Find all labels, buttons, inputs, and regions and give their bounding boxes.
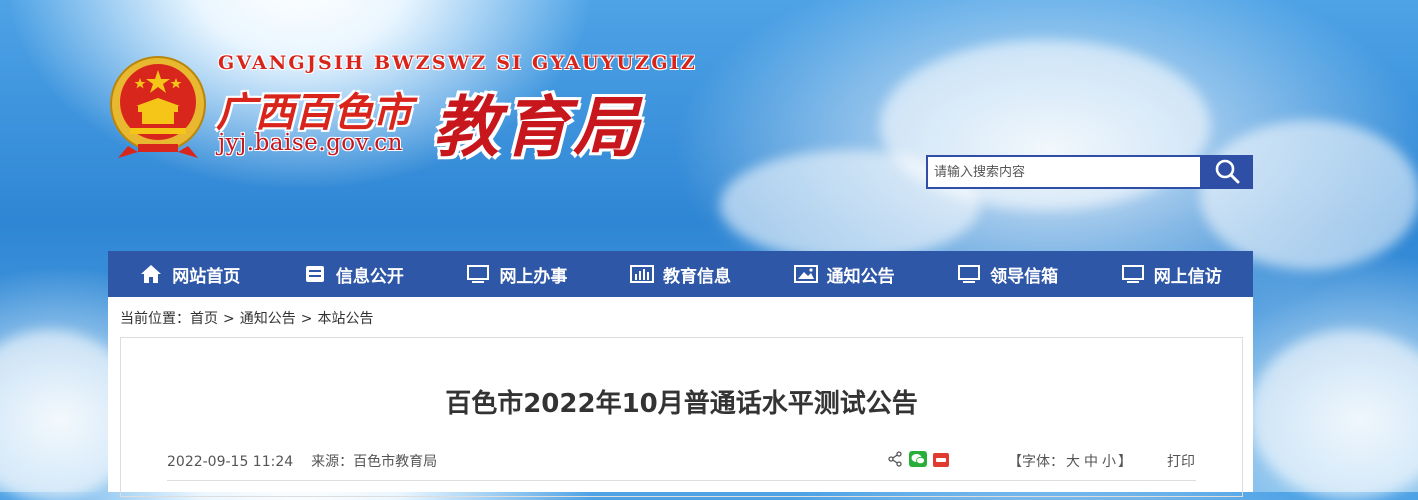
share-bar — [887, 451, 949, 471]
source-value: 百色市教育局 — [353, 454, 438, 470]
article-title: 百色市2022年10月普通话水平测试公告 — [445, 389, 918, 419]
font-size-large[interactable]: 大 — [1066, 454, 1080, 470]
search-box — [926, 155, 1253, 189]
weibo-share-icon[interactable] — [933, 452, 949, 471]
search-input[interactable] — [926, 155, 1200, 189]
nav-item-leader-mailbox[interactable]: 领导信箱 — [926, 251, 1090, 297]
breadcrumb-link-home[interactable]: 首页 — [190, 311, 218, 327]
font-size-label-close: 】 — [1118, 454, 1132, 470]
national-emblem-logo[interactable] — [108, 54, 208, 160]
nav-item-info-disclosure[interactable]: 信息公开 — [272, 251, 436, 297]
content-area: 当前位置：首页 > 通知公告 > 本站公告 百色市2022年10月普通话水平测试公告 2… — [108, 297, 1253, 497]
nav-item-label: 通知公告 — [826, 266, 895, 287]
site-domain: jyj.baise.gov.cn — [218, 130, 403, 156]
article-meta: 2022-09-15 11:24 来源：百色市教育局 — [167, 451, 437, 471]
font-size-switcher: 【字体：大中小】 — [1008, 451, 1132, 471]
main-nav: 网站首页 信息公开 网上办事 教育信息 通知公告 领导信箱 网上信访 — [108, 251, 1253, 297]
breadcrumb-link-notices[interactable]: 通知公告 — [240, 311, 296, 327]
breadcrumb: 当前位置：首页 > 通知公告 > 本站公告 — [120, 308, 373, 328]
cabinet-icon — [303, 264, 327, 284]
monitor-icon — [957, 264, 981, 284]
nav-item-online-petition[interactable]: 网上信访 — [1089, 251, 1253, 297]
breadcrumb-link-site-notices[interactable]: 本站公告 — [317, 311, 373, 327]
nav-item-label: 网上信访 — [1153, 266, 1222, 287]
source-label: 来源： — [311, 454, 354, 470]
font-size-label-open: 【字体： — [1008, 454, 1064, 470]
breadcrumb-separator: > — [223, 311, 235, 327]
breadcrumb-separator: > — [300, 311, 313, 327]
image-icon — [793, 264, 818, 284]
publish-date: 2022-09-15 11:24 — [167, 454, 294, 470]
home-icon — [139, 264, 163, 284]
font-size-small[interactable]: 小 — [1102, 454, 1116, 470]
font-size-medium[interactable]: 中 — [1084, 454, 1098, 470]
nav-item-label: 领导信箱 — [990, 266, 1059, 287]
nav-item-label: 教育信息 — [663, 266, 732, 287]
article-panel: 百色市2022年10月普通话水平测试公告 2022-09-15 11:24 来源：… — [120, 337, 1243, 497]
meta-divider — [167, 480, 1196, 481]
bar-chart-icon — [630, 264, 655, 284]
breadcrumb-prefix: 当前位置： — [120, 311, 190, 327]
share-icon[interactable] — [887, 451, 903, 471]
nav-item-education-info[interactable]: 教育信息 — [599, 251, 763, 297]
nav-item-online-services[interactable]: 网上办事 — [435, 251, 599, 297]
monitor-icon — [466, 264, 490, 284]
nav-item-notices[interactable]: 通知公告 — [762, 251, 926, 297]
nav-item-label: 网上办事 — [499, 266, 568, 287]
monitor-icon — [1121, 264, 1145, 284]
cloud-decoration — [1250, 330, 1418, 500]
site-agency-name: 教育局 — [433, 88, 643, 166]
nav-item-label: 网站首页 — [172, 266, 241, 287]
wechat-share-icon[interactable] — [909, 451, 927, 471]
search-button[interactable] — [1200, 155, 1253, 189]
print-button[interactable]: 打印 — [1167, 451, 1195, 471]
site-pinyin-name: GVANGJSIH BWZSWZ SI GYAUYUZGIZ — [218, 52, 697, 74]
nav-item-label: 信息公开 — [335, 266, 404, 287]
nav-item-home[interactable]: 网站首页 — [108, 251, 272, 297]
search-icon — [1214, 158, 1240, 187]
